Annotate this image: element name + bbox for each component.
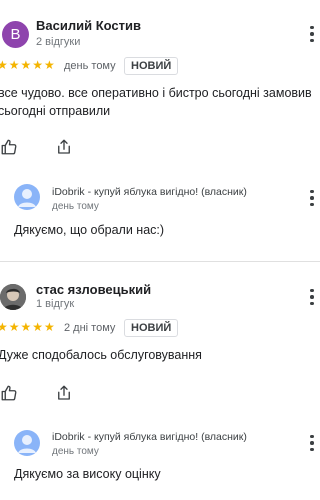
- reviewer-name[interactable]: стас язловецький: [36, 282, 151, 297]
- owner-reply-text: Дякуємо, що обрали нас:): [14, 223, 165, 237]
- reviewer-avatar[interactable]: [0, 284, 26, 310]
- review-time: 2 дні тому: [64, 322, 116, 334]
- reviewer-name[interactable]: Василий Костив: [36, 18, 141, 33]
- reviewer-avatar[interactable]: В: [2, 21, 29, 48]
- reviewer-review-count: 1 відгук: [36, 298, 75, 310]
- owner-avatar-icon: [14, 184, 40, 210]
- owner-reply-time: день тому: [52, 201, 99, 212]
- star-rating: ★★★★★: [0, 320, 56, 334]
- owner-name: iDobrik - купуй яблука вигідно! (власник…: [52, 431, 247, 443]
- new-badge: НОВИЙ: [124, 319, 179, 337]
- new-badge: НОВИЙ: [124, 57, 179, 75]
- like-icon[interactable]: [0, 384, 20, 404]
- divider: [0, 261, 320, 262]
- more-options-icon[interactable]: [304, 433, 320, 453]
- owner-name: iDobrik - купуй яблука вигідно! (власник…: [52, 186, 247, 198]
- like-icon[interactable]: [0, 138, 20, 158]
- review-text: все чудово. все оперативно і бистро сьог…: [0, 86, 312, 100]
- more-options-icon[interactable]: [304, 24, 320, 44]
- review-time: день тому: [64, 60, 116, 72]
- reviewer-review-count: 2 відгуки: [36, 36, 81, 48]
- owner-avatar-icon: [14, 430, 40, 456]
- share-icon[interactable]: [55, 138, 75, 158]
- share-icon[interactable]: [55, 384, 75, 404]
- review-text: Дуже сподобалось обслуговування: [0, 348, 202, 362]
- star-rating: ★★★★★: [0, 58, 56, 72]
- owner-reply-text: Дякуємо за високу оцінку: [14, 467, 161, 481]
- review-text: сьогодні отправили: [0, 104, 111, 118]
- owner-reply-time: день тому: [52, 446, 99, 457]
- more-options-icon[interactable]: [304, 188, 320, 208]
- avatar-letter: В: [10, 26, 21, 43]
- more-options-icon[interactable]: [304, 287, 320, 307]
